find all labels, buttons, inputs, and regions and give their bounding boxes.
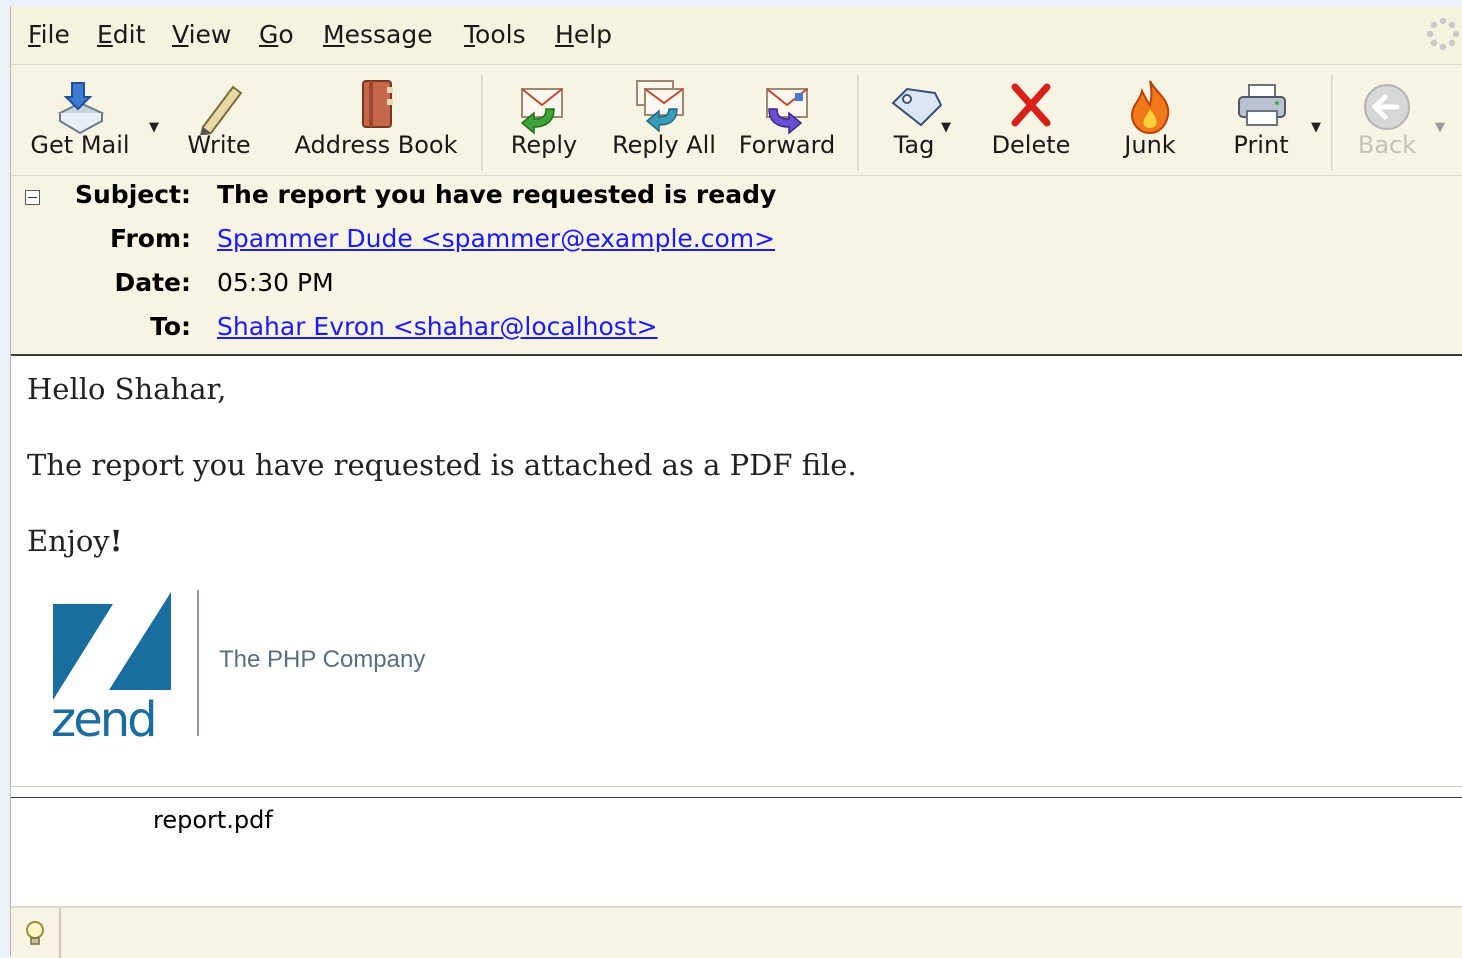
status-bar (11, 906, 1462, 958)
date-value: 05:30 PM (217, 268, 334, 297)
activity-throbber-icon (1426, 17, 1460, 51)
menu-bar: File Edit View Go Message Tools Help (11, 6, 1462, 65)
to-link[interactable]: Shahar Evron <shahar@localhost> (217, 312, 658, 341)
write-label: Write (187, 131, 251, 159)
forward-button[interactable]: Forward (735, 65, 839, 175)
attachment-item[interactable]: report.pdf (153, 806, 273, 834)
menu-view[interactable]: View (172, 20, 231, 49)
date-label: Date: (114, 268, 191, 297)
back-dropdown-icon[interactable]: ▼ (1435, 120, 1445, 135)
get-mail-label: Get Mail (30, 131, 130, 159)
reply-all-button[interactable]: Reply All (607, 65, 721, 175)
junk-button[interactable]: Junk (1115, 65, 1185, 175)
print-button[interactable]: Print (1221, 65, 1301, 175)
reply-icon (520, 88, 563, 135)
pencil-icon (199, 85, 243, 135)
to-label: To: (150, 312, 191, 341)
message-body: Hello Shahar, The report you have reques… (11, 356, 1462, 786)
reply-button[interactable]: Reply (499, 65, 589, 175)
menu-edit[interactable]: Edit (97, 20, 145, 49)
svg-text:zend: zend (51, 692, 155, 740)
reply-all-icon (636, 80, 684, 133)
print-dropdown-icon[interactable]: ▼ (1311, 120, 1321, 135)
flame-icon (1130, 80, 1170, 135)
forward-label: Forward (738, 131, 836, 159)
address-book-button[interactable]: Address Book (281, 65, 471, 175)
lightbulb-icon (26, 921, 44, 945)
get-mail-dropdown-icon[interactable]: ▼ (149, 120, 159, 135)
get-mail-icon (57, 82, 105, 135)
attachment-pane: report.pdf (11, 798, 1462, 906)
tag-label: Tag (893, 131, 935, 159)
menu-go[interactable]: Go (259, 20, 294, 49)
menu-file[interactable]: File (28, 20, 70, 49)
from-link[interactable]: Spammer Dude <spammer@example.com> (217, 224, 775, 253)
mail-window: File Edit View Go Message Tools Help Get… (10, 6, 1462, 958)
from-label: From: (109, 224, 191, 253)
status-bar-divider (59, 908, 61, 958)
address-book-icon (362, 80, 393, 128)
body-paragraph: The report you have requested is attache… (27, 448, 857, 482)
body-greeting: Hello Shahar, (27, 372, 227, 406)
write-button[interactable]: Write (179, 65, 259, 175)
forward-icon (766, 88, 808, 135)
tag-dropdown-icon[interactable]: ▼ (941, 120, 951, 135)
menu-tools[interactable]: Tools (464, 20, 526, 49)
address-book-label: Address Book (294, 131, 458, 159)
toolbar: Get Mail ▼ Write Address Book Reply Repl… (11, 65, 1462, 176)
toolbar-separator (1331, 75, 1334, 171)
printer-icon (1238, 84, 1286, 126)
toolbar-separator (481, 75, 484, 171)
tag-icon (891, 87, 943, 127)
delete-button[interactable]: Delete (983, 65, 1079, 175)
body-enjoy: Enjoy! (27, 524, 123, 558)
back-arrow-icon (1364, 84, 1410, 130)
print-label: Print (1233, 131, 1289, 159)
signature-tagline: The PHP Company (219, 646, 426, 673)
toolbar-separator (857, 75, 860, 171)
back-label: Back (1357, 131, 1417, 159)
get-mail-button[interactable]: Get Mail (17, 65, 143, 175)
junk-label: Junk (1124, 131, 1176, 159)
zend-signature-logo: zend The PHP Company (51, 590, 431, 748)
reply-all-label: Reply All (612, 131, 716, 159)
message-header: Subject: The report you have requested i… (11, 176, 1462, 356)
menu-help[interactable]: Help (555, 20, 612, 49)
back-button[interactable]: Back (1349, 65, 1425, 175)
delete-x-icon (1011, 83, 1051, 127)
menu-message[interactable]: Message (323, 20, 433, 49)
subject-value: The report you have requested is ready (217, 180, 777, 209)
subject-label: Subject: (75, 180, 191, 209)
reply-label: Reply (510, 131, 578, 159)
tag-button[interactable]: Tag (879, 65, 949, 175)
delete-label: Delete (991, 131, 1071, 159)
